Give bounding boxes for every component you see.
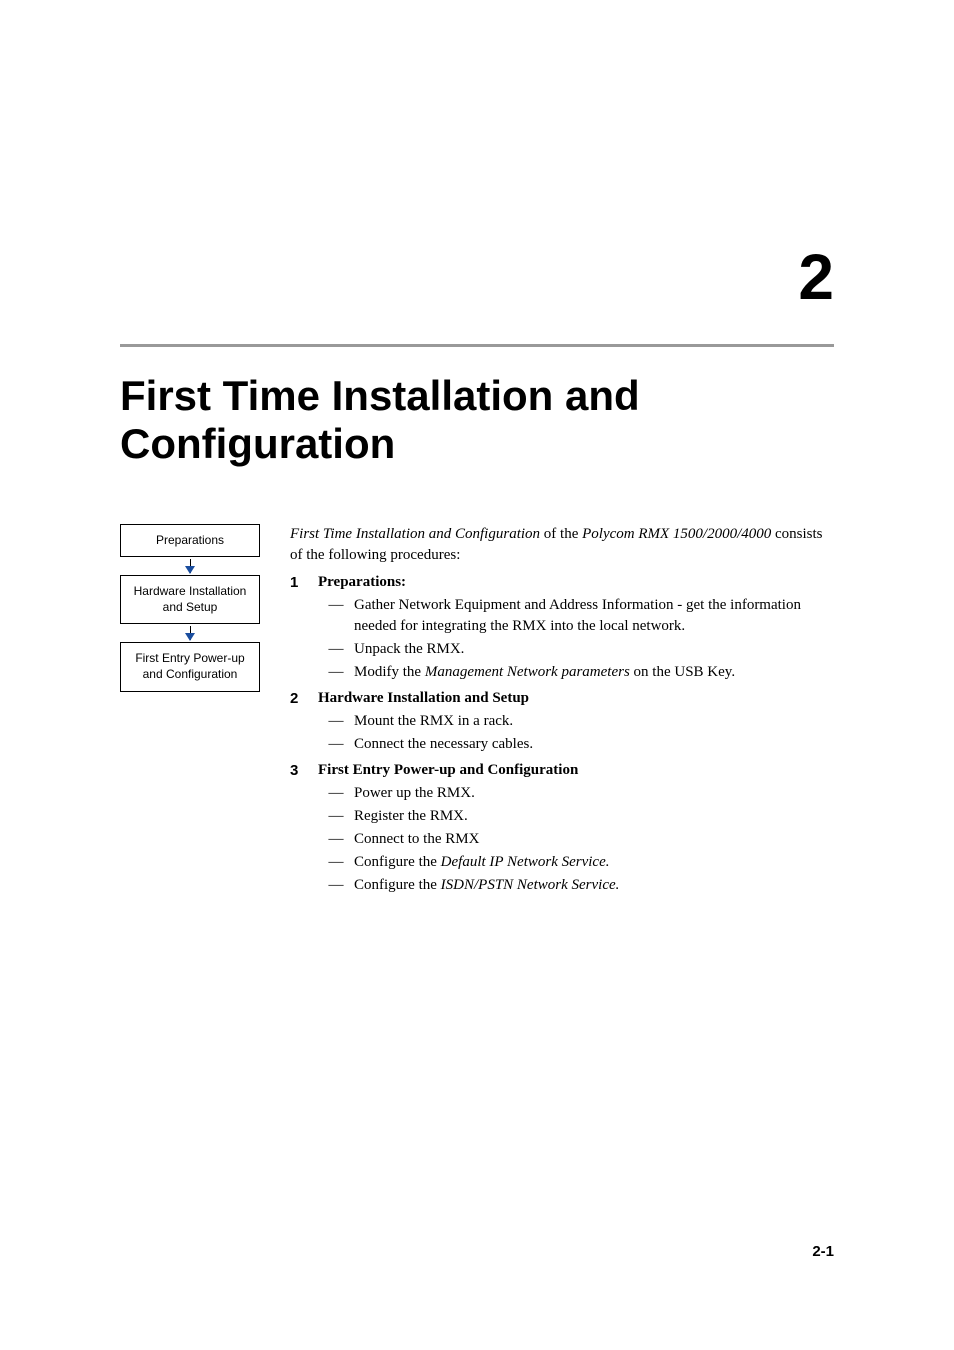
steps-list: 1 Preparations: —Gather Network Equipmen…: [290, 572, 834, 898]
dash-text: Gather Network Equipment and Address Inf…: [354, 595, 834, 637]
dash-icon: —: [318, 875, 354, 896]
step-title: First Entry Power-up and Configuration: [318, 762, 578, 778]
dash-icon: —: [318, 852, 354, 873]
dash-list: —Power up the RMX. —Register the RMX. —C…: [318, 783, 834, 896]
flow-box-hardware: Hardware Installation and Setup: [120, 575, 260, 624]
step-title: Hardware Installation and Setup: [318, 690, 529, 706]
intro-italic-1: First Time Installation and Configuratio…: [290, 526, 540, 542]
dash-icon: —: [318, 711, 354, 732]
step-content: Hardware Installation and Setup —Mount t…: [318, 688, 834, 757]
dash-text: Configure the ISDN/PSTN Network Service.: [354, 875, 834, 896]
dash-icon: —: [318, 829, 354, 850]
dash-icon: —: [318, 662, 354, 683]
list-item: —Connect the necessary cables.: [318, 734, 834, 755]
list-item: —Power up the RMX.: [318, 783, 834, 804]
flow-box-first-entry: First Entry Power-up and Configuration: [120, 642, 260, 691]
dash-list: —Mount the RMX in a rack. —Connect the n…: [318, 711, 834, 755]
step-content: First Entry Power-up and Configuration —…: [318, 760, 834, 898]
chapter-title: First Time Installation and Configuratio…: [120, 372, 834, 469]
dash-icon: —: [318, 639, 354, 660]
flow-arrow-icon: [190, 559, 191, 573]
intro-italic-2: Polycom RMX 1500/2000/4000: [582, 526, 771, 542]
flow-box-preparations: Preparations: [120, 524, 260, 558]
step-number: 2: [290, 688, 318, 757]
step-number: 3: [290, 760, 318, 898]
list-item: —Register the RMX.: [318, 806, 834, 827]
dash-list: —Gather Network Equipment and Address In…: [318, 595, 834, 683]
dash-text: Mount the RMX in a rack.: [354, 711, 834, 732]
step-item: 1 Preparations: —Gather Network Equipmen…: [290, 572, 834, 685]
list-item: —Configure the Default IP Network Servic…: [318, 852, 834, 873]
dash-icon: —: [318, 595, 354, 637]
list-item: —Connect to the RMX: [318, 829, 834, 850]
main-text: First Time Installation and Configuratio…: [290, 524, 834, 901]
intro-text-1: of the: [540, 526, 582, 542]
chapter-number: 2: [120, 240, 834, 314]
flowchart: Preparations Hardware Installation and S…: [120, 524, 260, 901]
dash-text: Power up the RMX.: [354, 783, 834, 804]
list-item: —Unpack the RMX.: [318, 639, 834, 660]
document-page: 2 First Time Installation and Configurat…: [0, 0, 954, 1350]
dash-text: Unpack the RMX.: [354, 639, 834, 660]
dash-icon: —: [318, 783, 354, 804]
list-item: —Gather Network Equipment and Address In…: [318, 595, 834, 637]
intro-paragraph: First Time Installation and Configuratio…: [290, 524, 834, 566]
dash-text: Register the RMX.: [354, 806, 834, 827]
dash-text: Connect to the RMX: [354, 829, 834, 850]
content-wrapper: Preparations Hardware Installation and S…: [120, 524, 834, 901]
dash-icon: —: [318, 734, 354, 755]
chapter-rule: [120, 344, 834, 347]
flow-arrow-icon: [190, 626, 191, 640]
step-content: Preparations: —Gather Network Equipment …: [318, 572, 834, 685]
list-item: —Mount the RMX in a rack.: [318, 711, 834, 732]
step-title: Preparations:: [318, 574, 406, 590]
list-item: —Modify the Management Network parameter…: [318, 662, 834, 683]
step-item: 3 First Entry Power-up and Configuration…: [290, 760, 834, 898]
step-item: 2 Hardware Installation and Setup —Mount…: [290, 688, 834, 757]
dash-icon: —: [318, 806, 354, 827]
step-number: 1: [290, 572, 318, 685]
page-number: 2-1: [812, 1243, 834, 1260]
dash-text: Modify the Management Network parameters…: [354, 662, 834, 683]
list-item: —Configure the ISDN/PSTN Network Service…: [318, 875, 834, 896]
dash-text: Configure the Default IP Network Service…: [354, 852, 834, 873]
dash-text: Connect the necessary cables.: [354, 734, 834, 755]
